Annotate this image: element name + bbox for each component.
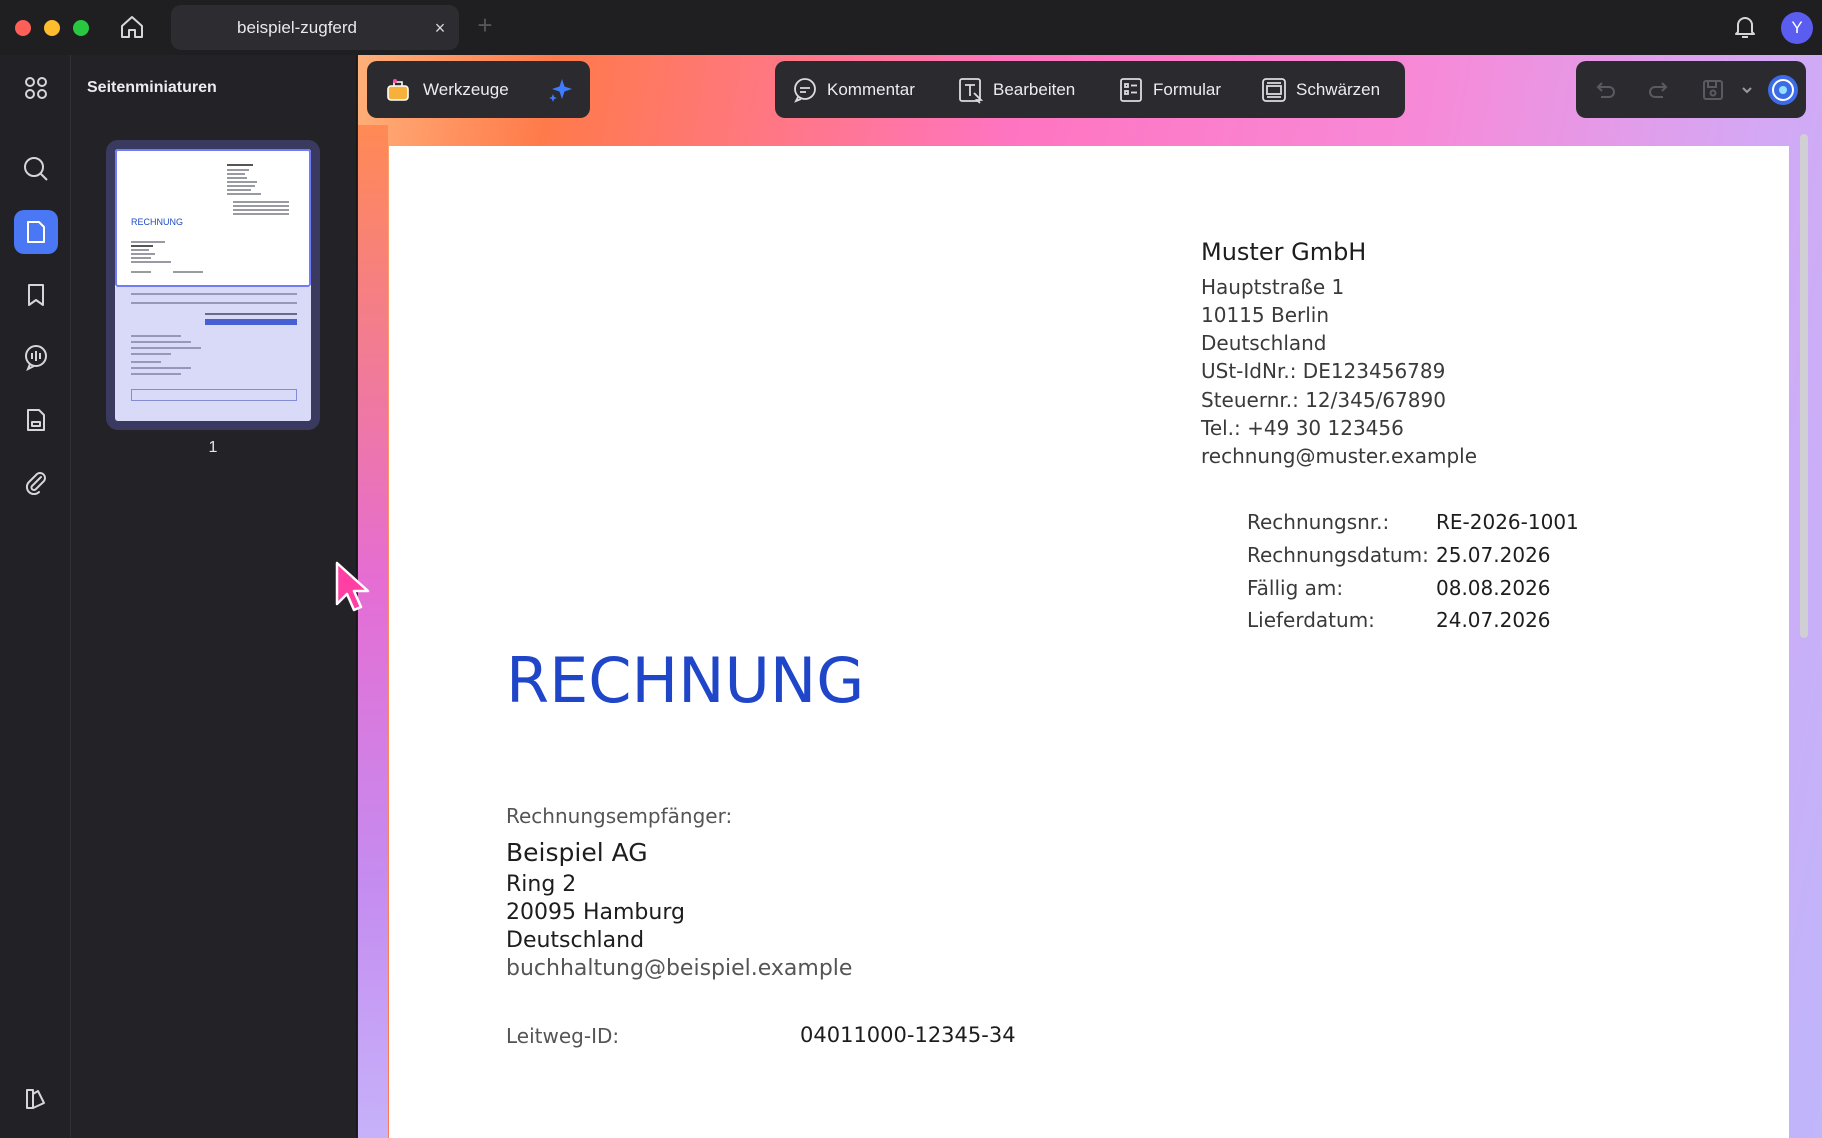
- due-date-label: Fällig am:: [1247, 576, 1344, 600]
- recipient-email: buchhaltung@beispiel.example: [506, 956, 853, 981]
- due-date-value: 08.08.2026: [1436, 576, 1551, 600]
- ai-sparkle-icon[interactable]: [546, 61, 576, 118]
- history-toolbar: [1576, 61, 1806, 118]
- sender-tax-number: Steuernr.: 12/345/67890: [1201, 388, 1446, 412]
- recipient-address-line: Deutschland: [506, 928, 645, 953]
- attachments-page-icon[interactable]: [14, 398, 58, 442]
- thumbnail-viewport-indicator: [115, 149, 311, 287]
- title-bar: beispiel-zugferd × + Y: [0, 0, 1822, 55]
- document-scrollbar[interactable]: [1800, 134, 1808, 638]
- comments-icon[interactable]: [14, 335, 58, 379]
- save-icon[interactable]: [1700, 61, 1726, 118]
- bookmark-icon[interactable]: [14, 273, 58, 317]
- save-options-chevron-down-icon[interactable]: [1740, 61, 1754, 118]
- tools-toolbar: Werkzeuge: [367, 61, 590, 118]
- invoice-number-value: RE-2026-1001: [1436, 510, 1579, 534]
- invoice-number-label: Rechnungsnr.:: [1247, 510, 1390, 534]
- toolbox-icon: [387, 78, 409, 101]
- comment-button[interactable]: Kommentar: [791, 61, 915, 118]
- comment-icon: [794, 77, 816, 103]
- tab-title: beispiel-zugferd: [236, 18, 357, 37]
- leitweg-id-value: 04011000-12345-34: [800, 1023, 1016, 1047]
- thumbnail-page-number: 1: [208, 439, 218, 456]
- form-button[interactable]: Formular: [1117, 61, 1221, 118]
- search-icon[interactable]: [14, 147, 58, 191]
- edit-toolbar: Kommentar Bearbeiten Formular Schwärzen: [775, 61, 1405, 118]
- edit-label: Bearbeiten: [993, 79, 1076, 99]
- invoice-title: RECHNUNG: [506, 644, 865, 717]
- sender-vat-id: USt-IdNr.: DE123456789: [1201, 359, 1446, 383]
- recipient-address-line: 20095 Hamburg: [506, 900, 685, 925]
- sender-email: rechnung@muster.example: [1201, 444, 1478, 468]
- invoice-date-value: 25.07.2026: [1436, 543, 1551, 567]
- tools-button[interactable]: Werkzeuge: [385, 61, 509, 118]
- undo-icon[interactable]: [1592, 61, 1618, 118]
- redact-icon: [1262, 77, 1286, 102]
- redact-button[interactable]: Schwärzen: [1260, 61, 1380, 118]
- apps-grid-icon[interactable]: [14, 66, 58, 110]
- home-icon[interactable]: [117, 12, 147, 42]
- thumbnail-panel: Seitenminiaturen RECHNUNG 1: [71, 55, 357, 1138]
- redo-icon[interactable]: [1646, 61, 1672, 118]
- app-window: beispiel-zugferd × + Y Seitenminiaturen …: [0, 0, 1822, 1138]
- tools-label: Werkzeuge: [423, 79, 509, 99]
- theme-palette-icon[interactable]: [14, 1077, 58, 1121]
- minimize-window-button[interactable]: [44, 20, 60, 36]
- invoice-date-label: Rechnungsdatum:: [1247, 543, 1429, 567]
- zoom-window-button[interactable]: [73, 20, 89, 36]
- sender-name: Muster GmbH: [1201, 238, 1367, 266]
- sender-address-line: Deutschland: [1201, 331, 1327, 355]
- avatar[interactable]: Y: [1781, 12, 1813, 44]
- page-thumbnails-icon[interactable]: [14, 210, 58, 254]
- form-icon: [1120, 77, 1142, 102]
- new-tab-button[interactable]: +: [472, 12, 498, 39]
- delivery-date-value: 24.07.2026: [1436, 608, 1551, 632]
- form-label: Formular: [1153, 79, 1222, 99]
- recipient-label: Rechnungsempfänger:: [506, 804, 733, 828]
- tab-close-icon[interactable]: ×: [429, 17, 451, 39]
- edit-text-icon: [959, 77, 984, 104]
- left-rail: [0, 55, 71, 1138]
- page-thumbnail[interactable]: RECHNUNG: [106, 140, 320, 430]
- paperclip-icon[interactable]: [14, 460, 58, 504]
- thumbnail-preview: RECHNUNG: [115, 149, 311, 421]
- sender-address-line: Hauptstraße 1: [1201, 275, 1345, 299]
- recipient-address-line: Ring 2: [506, 872, 577, 897]
- ai-assistant-icon[interactable]: [1766, 61, 1800, 118]
- thumbnail-panel-title: Seitenminiaturen: [87, 79, 217, 96]
- document-page: Muster GmbH Hauptstraße 1 10115 Berlin D…: [389, 146, 1789, 1138]
- redact-label: Schwärzen: [1296, 79, 1381, 99]
- comment-label: Kommentar: [827, 79, 915, 99]
- mouse-cursor-icon: [335, 561, 370, 612]
- document-tab[interactable]: beispiel-zugferd ×: [171, 5, 459, 50]
- leitweg-id-label: Leitweg-ID:: [506, 1024, 620, 1048]
- edit-button[interactable]: Bearbeiten: [957, 61, 1075, 118]
- recipient-name: Beispiel AG: [506, 838, 648, 867]
- sender-phone: Tel.: +49 30 123456: [1201, 416, 1404, 440]
- sender-address-line: 10115 Berlin: [1201, 303, 1330, 327]
- delivery-date-label: Lieferdatum:: [1247, 608, 1375, 632]
- close-window-button[interactable]: [15, 20, 31, 36]
- bell-icon[interactable]: [1730, 12, 1760, 42]
